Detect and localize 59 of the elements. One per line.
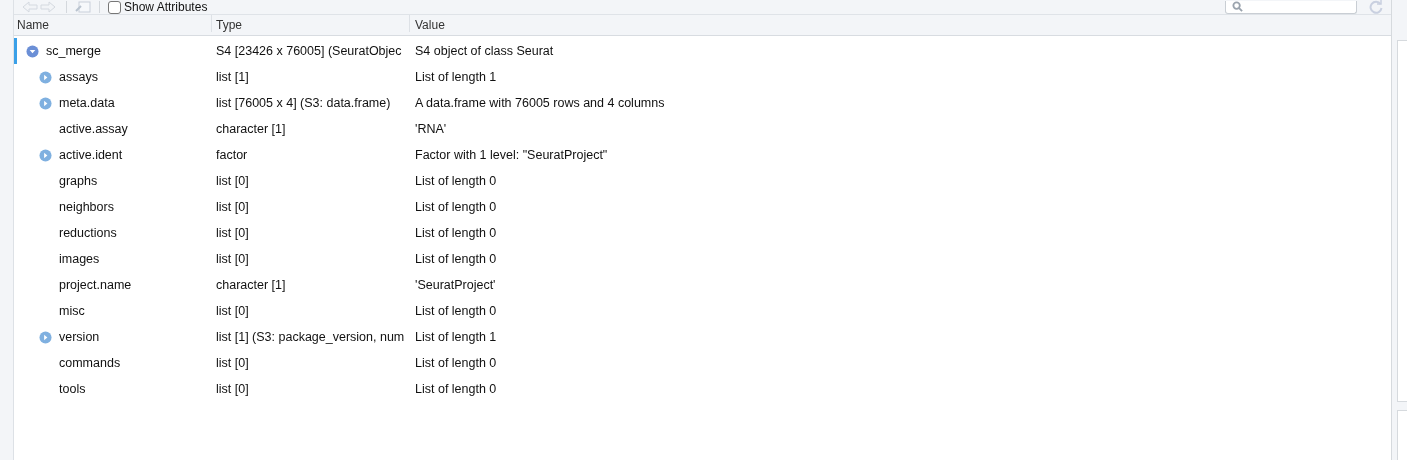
variable-name[interactable]: assays [59, 70, 98, 84]
type-text: list [0] [216, 356, 249, 370]
type-text: list [0] [216, 174, 249, 188]
type-text: list [0] [216, 200, 249, 214]
expand-icon[interactable] [39, 70, 52, 84]
expand-icon[interactable] [39, 96, 52, 110]
variable-name[interactable]: project.name [59, 278, 132, 292]
selection-marker [14, 38, 17, 64]
type-text: list [0] [216, 382, 249, 396]
variable-name[interactable]: tools [59, 382, 86, 396]
type-text: list [1] (S3: package_version, num [216, 330, 405, 344]
value-text: List of length 0 [415, 252, 497, 266]
expand-icon[interactable] [39, 330, 52, 344]
value-text: A data.frame with 76005 rows and 4 columns [415, 96, 665, 110]
variable-name[interactable]: images [59, 252, 100, 266]
type-text: character [1] [216, 122, 286, 136]
variable-name[interactable]: meta.data [59, 96, 115, 110]
checkbox[interactable] [108, 0, 121, 14]
value-text: 'SeuratProject' [415, 278, 496, 292]
value-text: List of length 0 [415, 226, 497, 240]
checkbox-label[interactable]: Show Attributes [124, 1, 208, 13]
search-field[interactable] [1225, 0, 1357, 14]
variable-name[interactable]: version [59, 330, 100, 344]
search-icon [1232, 1, 1243, 12]
type-text: list [76005 x 4] (S3: data.frame) [216, 96, 391, 110]
value-text: List of length 0 [415, 304, 497, 318]
value-text: List of length 0 [415, 356, 497, 370]
value-text: List of length 0 [415, 174, 497, 188]
forward-icon[interactable] [40, 1, 56, 13]
value-text: List of length 1 [415, 70, 497, 84]
variable-name[interactable]: reductions [59, 226, 117, 240]
variable-name[interactable]: commands [59, 356, 121, 370]
type-text: factor [216, 148, 248, 162]
back-icon[interactable] [22, 1, 38, 13]
type-text: list [0] [216, 252, 249, 266]
type-text: S4 [23426 x 76005] (SeuratObjec [216, 44, 402, 58]
value-text: 'RNA' [415, 122, 447, 136]
variable-name[interactable]: sc_merge [46, 44, 101, 58]
variable-name[interactable]: active.ident [59, 148, 123, 162]
value-text: List of length 0 [415, 382, 497, 396]
type-text: list [1] [216, 70, 249, 84]
column-header[interactable]: Value [410, 15, 448, 32]
type-text: list [0] [216, 226, 249, 240]
refresh-icon[interactable] [1369, 0, 1383, 14]
value-text: List of length 1 [415, 330, 497, 344]
type-text: list [0] [216, 304, 249, 318]
column-header[interactable]: Name [14, 15, 212, 32]
value-text: List of length 0 [415, 200, 497, 214]
variable-name[interactable]: misc [59, 304, 85, 318]
variable-name[interactable]: neighbors [59, 200, 114, 214]
window-icon[interactable] [75, 1, 91, 13]
variable-name[interactable]: graphs [59, 174, 98, 188]
value-text: S4 object of class Seurat [415, 44, 554, 58]
value-text: Factor with 1 level: "SeuratProject" [415, 148, 608, 162]
variable-name[interactable]: active.assay [59, 122, 128, 136]
expand-icon[interactable] [39, 148, 52, 162]
collapse-icon[interactable] [26, 44, 39, 58]
type-text: character [1] [216, 278, 286, 292]
column-header[interactable]: Type [212, 15, 410, 32]
